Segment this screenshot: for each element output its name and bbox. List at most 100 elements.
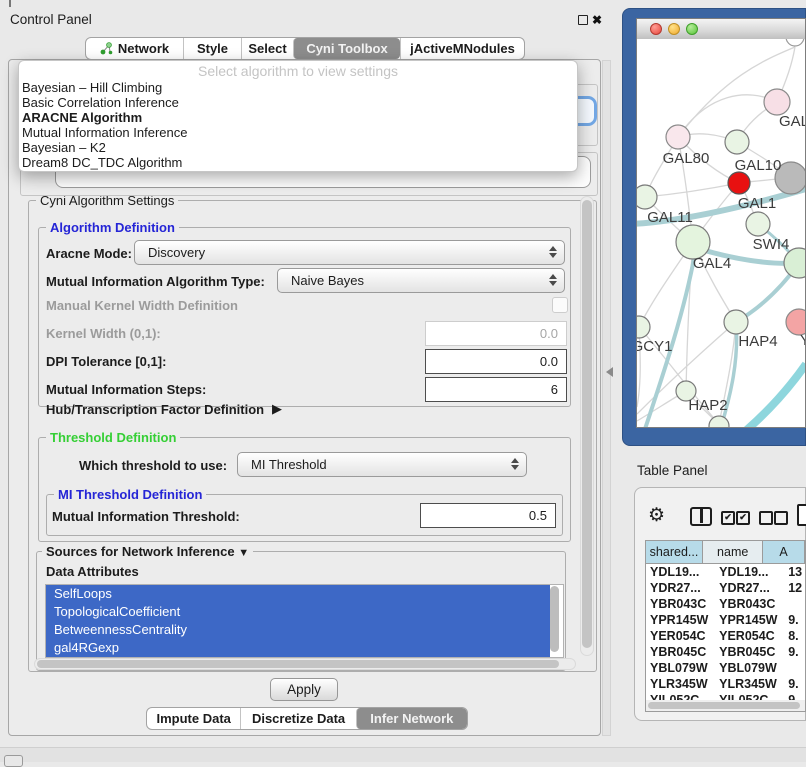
- mac-close-button[interactable]: [650, 23, 662, 35]
- control-panel-tabs: Network Style Select Cyni Toolbox jActiv…: [85, 37, 525, 60]
- tab-discretize-data[interactable]: Discretize Data: [240, 708, 355, 729]
- network-window-titlebar[interactable]: [637, 19, 805, 40]
- network-node[interactable]: [786, 39, 804, 46]
- outer-scroll-strip[interactable]: [602, 60, 611, 736]
- control-panel-title: Control Panel: [10, 12, 92, 27]
- gear-icon[interactable]: ⚙: [648, 504, 665, 527]
- hub-expand-arrow-icon[interactable]: ▶: [272, 401, 282, 417]
- node-label-y-partial: Y: [800, 332, 805, 349]
- node-label-gal1: GAL1: [738, 195, 776, 212]
- table-hscrollbar-thumb[interactable]: [648, 702, 800, 709]
- splitpane-collapse-arrow[interactable]: [606, 367, 613, 377]
- aracne-mode-label: Aracne Mode:: [46, 246, 132, 261]
- column-header-partial[interactable]: A: [763, 541, 805, 563]
- desktop: { "colors": { "selection_blue": "#3d68c6…: [0, 0, 806, 762]
- apply-button[interactable]: Apply: [270, 678, 338, 701]
- table-hscrollbar-track[interactable]: [646, 700, 805, 711]
- kernel-width-field[interactable]: 0.0: [425, 321, 567, 346]
- dpi-tolerance-label: DPI Tolerance [0,1]:: [46, 354, 166, 369]
- mi-steps-label: Mutual Information Steps:: [46, 382, 206, 397]
- network-node-gal4[interactable]: [676, 225, 710, 259]
- node-label-swi4: SWI4: [753, 236, 790, 253]
- tab-style[interactable]: Style: [183, 38, 241, 59]
- network-graph[interactable]: GAL GAL80 GAL10 GAL1 GAL11 SWI4 GAL4 GCY…: [637, 39, 805, 427]
- which-threshold-combo[interactable]: MI Threshold: [237, 452, 527, 477]
- table-row[interactable]: YBR043C YBR043C: [646, 596, 805, 612]
- table-row[interactable]: YBR045C YBR045C 9.: [646, 644, 805, 660]
- tab-cyni-toolbox[interactable]: Cyni Toolbox: [293, 38, 400, 59]
- attributes-vscrollbar-thumb[interactable]: [550, 586, 559, 652]
- algorithm-option[interactable]: Basic Correlation Inference: [19, 95, 577, 110]
- network-canvas[interactable]: GAL GAL80 GAL10 GAL1 GAL11 SWI4 GAL4 GCY…: [637, 39, 805, 427]
- algorithm-definition-title: Algorithm Definition: [46, 220, 179, 235]
- mi-threshold-definition-title: MI Threshold Definition: [54, 487, 206, 502]
- aracne-mode-value: Discovery: [148, 245, 205, 260]
- select-all-checkbox-icon[interactable]: [721, 511, 735, 525]
- combo-spinner-icon: [549, 274, 557, 286]
- mi-type-value: Naive Bayes: [291, 273, 364, 288]
- network-node-gal80[interactable]: [666, 125, 690, 149]
- sources-title: Sources for Network Inference ▼: [42, 544, 253, 559]
- bottom-band: [0, 747, 806, 762]
- node-label-gcy1: GCY1: [637, 338, 672, 355]
- mac-zoom-button[interactable]: [686, 23, 698, 35]
- mi-threshold-field[interactable]: 0.5: [420, 503, 556, 528]
- settings-hscrollbar-thumb[interactable]: [37, 660, 559, 668]
- table-row[interactable]: YER054C YER054C 8.: [646, 628, 805, 644]
- network-node-gal1-red[interactable]: [728, 172, 750, 194]
- dpi-tolerance-field[interactable]: 0.0: [425, 349, 567, 374]
- settings-vscrollbar-thumb[interactable]: [582, 200, 592, 648]
- tab-jactivemnodules[interactable]: jActiveMNodules: [400, 38, 524, 59]
- sources-collapse-arrow-icon[interactable]: ▼: [238, 547, 249, 559]
- deselect-all-checkbox-icon[interactable]: [759, 511, 773, 525]
- data-attributes-list: SelfLoops TopologicalCoefficient Between…: [45, 584, 564, 658]
- table-row[interactable]: YDR27... YDR27... 12: [646, 580, 805, 596]
- cyni-bottom-tabs: Impute Data Discretize Data Infer Networ…: [146, 707, 468, 730]
- table-panel-title: Table Panel: [637, 463, 708, 478]
- attribute-item[interactable]: gal4RGexp: [46, 639, 550, 657]
- algorithm-option[interactable]: Dream8 DC_TDC Algorithm: [19, 155, 577, 170]
- file-icon[interactable]: [797, 504, 806, 526]
- float-window-icon[interactable]: [578, 15, 588, 25]
- algorithm-dropdown-placeholder: Select algorithm to view settings: [19, 63, 577, 80]
- close-window-icon[interactable]: ✖: [592, 13, 602, 27]
- network-node-gal11[interactable]: [637, 185, 657, 209]
- column-header-name[interactable]: name: [703, 541, 763, 563]
- select-all-checkbox-icon[interactable]: [736, 511, 750, 525]
- algorithm-option[interactable]: Bayesian – Hill Climbing: [19, 80, 577, 95]
- attribute-item[interactable]: TopologicalCoefficient: [46, 603, 550, 621]
- tab-network-label: Network: [118, 41, 169, 56]
- mi-type-combo[interactable]: Naive Bayes: [277, 268, 565, 293]
- tab-select[interactable]: Select: [241, 38, 293, 59]
- network-node-pink[interactable]: [764, 89, 790, 115]
- column-header-shared-name[interactable]: shared...: [646, 541, 703, 563]
- columns-icon[interactable]: [690, 507, 712, 526]
- attribute-item[interactable]: SelfLoops: [46, 585, 550, 603]
- network-node-hap4[interactable]: [724, 310, 748, 334]
- mi-steps-field[interactable]: 6: [425, 377, 567, 402]
- table-row[interactable]: YDL19... YDL19... 13: [646, 564, 805, 580]
- mac-minimize-button[interactable]: [668, 23, 680, 35]
- tab-select-label: Select: [248, 41, 286, 56]
- network-node-gal10[interactable]: [725, 130, 749, 154]
- algorithm-option[interactable]: Bayesian – K2: [19, 140, 577, 155]
- algorithm-dropdown-list: Select algorithm to view settings Bayesi…: [18, 60, 578, 172]
- tab-network[interactable]: Network: [86, 38, 183, 59]
- deselect-all-checkbox-icon[interactable]: [774, 511, 788, 525]
- attribute-item[interactable]: BetweennessCentrality: [46, 621, 550, 639]
- network-node-swi4[interactable]: [746, 212, 770, 236]
- table-rows: YDL19... YDL19... 13 YDR27... YDR27... 1…: [646, 564, 805, 703]
- node-label-gal-partial: GAL: [779, 113, 805, 130]
- table-row[interactable]: YPR145W YPR145W 9.: [646, 612, 805, 628]
- tab-style-label: Style: [197, 41, 228, 56]
- table-row[interactable]: YLR345W YLR345W 9.: [646, 676, 805, 692]
- manual-kernel-checkbox[interactable]: [552, 297, 568, 313]
- aracne-mode-combo[interactable]: Discovery: [134, 240, 565, 265]
- tab-impute-data[interactable]: Impute Data: [147, 708, 240, 729]
- algorithm-option[interactable]: Mutual Information Inference: [19, 125, 577, 140]
- algorithm-option-selected[interactable]: ARACNE Algorithm: [19, 110, 577, 125]
- network-node-gcy1[interactable]: [637, 316, 650, 338]
- table-row[interactable]: YBL079W YBL079W: [646, 660, 805, 676]
- tab-infer-network[interactable]: Infer Network: [356, 708, 467, 729]
- mi-type-label: Mutual Information Algorithm Type:: [46, 274, 265, 289]
